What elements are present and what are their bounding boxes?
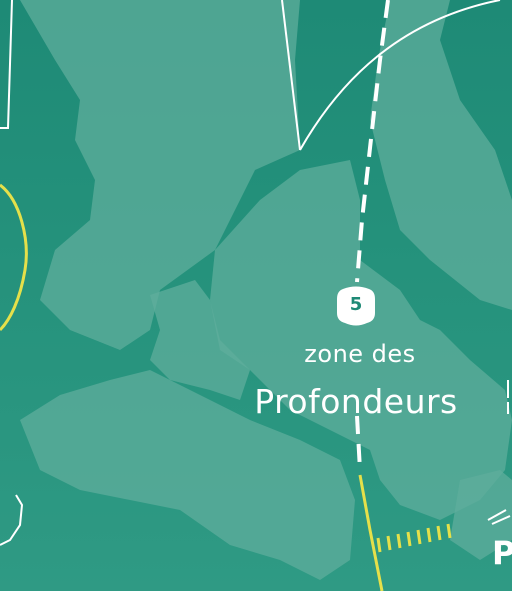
map-canvas <box>0 0 512 591</box>
edge-partial-label: P <box>492 534 512 572</box>
contour-bottom-left <box>0 494 24 546</box>
yellow-hatch <box>376 523 452 553</box>
yellow-route-bottom <box>358 474 384 591</box>
contour-left-top <box>0 0 13 129</box>
marker-number: 5 <box>349 294 363 315</box>
shallow-areas <box>20 0 512 580</box>
zone-name: Profondeurs <box>254 382 458 421</box>
yellow-route-left <box>0 183 28 332</box>
zone-subtitle: zone des <box>304 340 416 368</box>
route-marker[interactable]: 5 <box>333 285 379 327</box>
